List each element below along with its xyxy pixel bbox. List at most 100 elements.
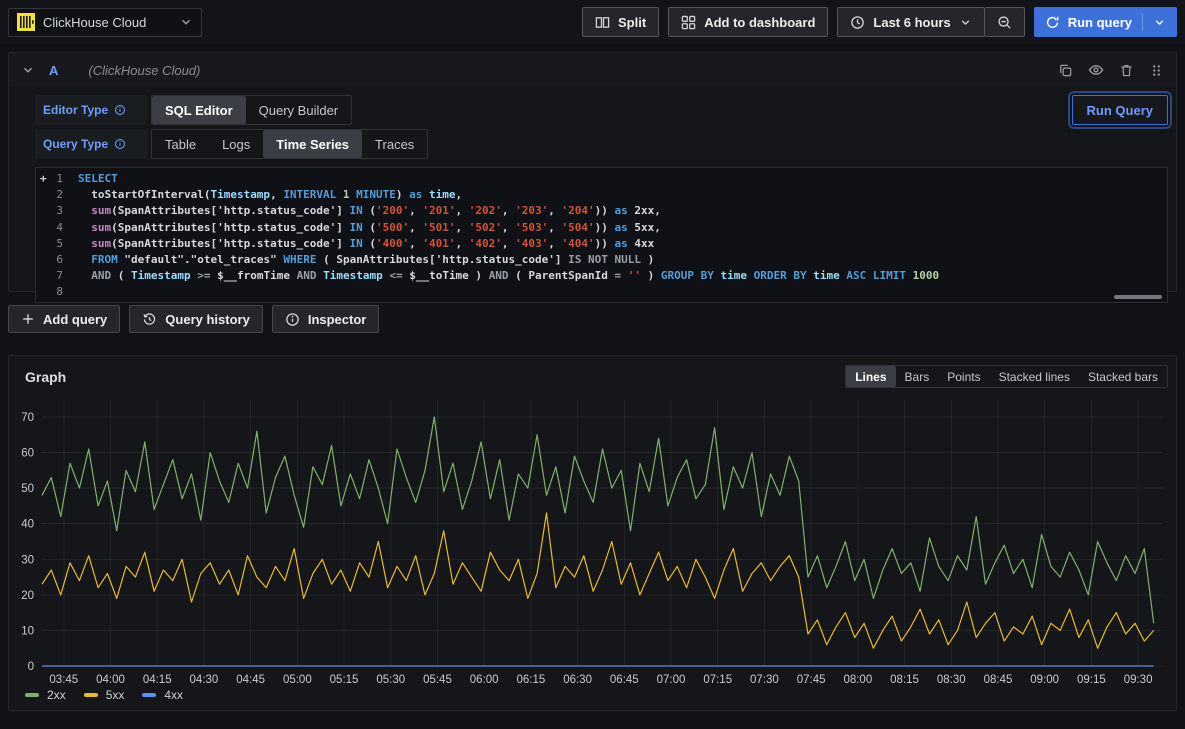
editor-type-option-sql-editor[interactable]: SQL Editor: [152, 96, 246, 124]
graph-panel-title: Graph: [25, 369, 66, 385]
editor-type-label: Editor Type: [35, 95, 147, 125]
line-number: 3: [36, 203, 78, 219]
query-ref-id: A: [49, 63, 58, 78]
x-axis-tick-label: 08:30: [937, 674, 966, 686]
code-line-2: 2 toStartOfInterval(Timestamp, INTERVAL …: [36, 187, 1167, 203]
x-axis-tick-label: 05:30: [376, 674, 405, 686]
x-axis-tick-label: 06:45: [610, 674, 639, 686]
x-axis-tick-label: 09:30: [1124, 674, 1153, 686]
sql-editor[interactable]: +1SELECT2 toStartOfInterval(Timestamp, I…: [35, 167, 1168, 303]
editor-type-row: Editor Type SQL EditorQuery Builder Run …: [35, 95, 1168, 125]
x-axis-tick-label: 08:00: [843, 674, 872, 686]
x-axis-tick-label: 08:15: [890, 674, 919, 686]
graph-style-radio-group: LinesBarsPointsStacked linesStacked bars: [845, 365, 1168, 388]
run-query-dropdown-toggle[interactable]: [1153, 16, 1166, 29]
info-icon[interactable]: [114, 138, 126, 150]
line-number: 6: [36, 252, 78, 268]
editor-expand-icon[interactable]: +: [40, 171, 47, 187]
graph-style-option-lines[interactable]: Lines: [846, 366, 895, 387]
graph-style-option-bars[interactable]: Bars: [896, 366, 939, 387]
split-icon: [595, 15, 610, 30]
editor-type-option-query-builder[interactable]: Query Builder: [246, 96, 351, 124]
code-line-1: +1SELECT: [36, 171, 1167, 187]
button-divider: [1142, 13, 1143, 31]
y-axis-tick-label: 40: [21, 519, 34, 531]
legend-label: 4xx: [164, 688, 183, 702]
duplicate-query-icon[interactable]: [1058, 63, 1073, 78]
line-number: 8: [36, 284, 78, 300]
toggle-visibility-icon[interactable]: [1088, 62, 1104, 78]
chevron-down-icon: [959, 16, 972, 29]
inspector-button[interactable]: Inspector: [272, 305, 380, 333]
query-type-option-traces[interactable]: Traces: [362, 130, 427, 158]
code-line-7: 7 AND ( Timestamp >= $__fromTime AND Tim…: [36, 268, 1167, 284]
run-query-button[interactable]: Run query: [1034, 7, 1177, 37]
x-axis-tick-label: 05:15: [330, 674, 359, 686]
time-series-chart[interactable]: 03:4504:0004:1504:3004:4505:0005:1505:30…: [15, 390, 1170, 686]
code-line-3: 3 sum(SpanAttributes['http.status_code']…: [36, 203, 1167, 219]
y-axis-tick-label: 70: [21, 412, 34, 424]
legend-item-5xx[interactable]: 5xx: [84, 688, 125, 702]
add-query-button[interactable]: Add query: [8, 305, 120, 333]
add-to-dashboard-label: Add to dashboard: [704, 15, 815, 30]
x-axis-tick-label: 05:45: [423, 674, 452, 686]
toolbar: ClickHouse Cloud Split Add to dashboard: [0, 0, 1185, 44]
query-type-label: Query Type: [35, 129, 147, 159]
line-number: 4: [36, 220, 78, 236]
zoom-out-icon: [997, 15, 1012, 30]
code-line-8: 8: [36, 284, 1167, 300]
x-axis-tick-label: 06:00: [470, 674, 499, 686]
datasource-picker[interactable]: ClickHouse Cloud: [8, 8, 202, 37]
x-axis-tick-label: 08:45: [984, 674, 1013, 686]
drag-handle-icon[interactable]: [1149, 63, 1164, 78]
sync-icon: [1045, 15, 1060, 30]
legend-swatch: [84, 693, 98, 697]
query-type-option-table[interactable]: Table: [152, 130, 209, 158]
plus-icon: [21, 312, 35, 326]
query-type-option-logs[interactable]: Logs: [209, 130, 263, 158]
x-axis-tick-label: 04:45: [236, 674, 265, 686]
datasource-name: ClickHouse Cloud: [43, 15, 146, 30]
collapse-chevron-icon[interactable]: [21, 63, 35, 77]
y-axis-tick-label: 30: [21, 554, 34, 566]
line-number: 2: [36, 187, 78, 203]
info-circle-icon: [285, 312, 300, 327]
legend-item-2xx[interactable]: 2xx: [25, 688, 66, 702]
x-axis-tick-label: 04:30: [190, 674, 219, 686]
code-line-5: 5 sum(SpanAttributes['http.status_code']…: [36, 236, 1167, 252]
editor-type-radio-group: SQL EditorQuery Builder: [151, 95, 352, 125]
legend-item-4xx[interactable]: 4xx: [142, 688, 183, 702]
y-axis-tick-label: 50: [21, 483, 34, 495]
y-axis-tick-label: 20: [21, 590, 34, 602]
query-row-header: A (ClickHouse Cloud): [9, 53, 1176, 87]
y-axis-tick-label: 10: [21, 625, 34, 637]
graph-style-option-points[interactable]: Points: [938, 366, 989, 387]
graph-style-option-stacked-lines[interactable]: Stacked lines: [990, 366, 1079, 387]
delete-query-icon[interactable]: [1119, 63, 1134, 78]
legend-label: 5xx: [106, 688, 125, 702]
editor-horizontal-scrollbar[interactable]: [1114, 295, 1162, 299]
split-button[interactable]: Split: [582, 7, 659, 37]
time-range-button[interactable]: Last 6 hours: [837, 7, 984, 37]
x-axis-tick-label: 04:15: [143, 674, 172, 686]
legend-swatch: [25, 693, 39, 697]
add-to-dashboard-button[interactable]: Add to dashboard: [668, 7, 828, 37]
split-label: Split: [618, 15, 646, 30]
chevron-down-icon: [179, 15, 193, 29]
clock-icon: [850, 15, 865, 30]
x-axis-tick-label: 09:00: [1030, 674, 1059, 686]
run-query-panel-button[interactable]: Run Query: [1072, 95, 1168, 125]
x-axis-tick-label: 07:00: [657, 674, 686, 686]
x-axis-tick-label: 07:15: [703, 674, 732, 686]
run-query-label: Run query: [1068, 15, 1132, 30]
x-axis-tick-label: 03:45: [49, 674, 78, 686]
query-history-button[interactable]: Query history: [129, 305, 263, 333]
zoom-out-button[interactable]: [985, 7, 1025, 37]
info-icon[interactable]: [114, 104, 126, 116]
line-number: 5: [36, 236, 78, 252]
query-type-option-time-series[interactable]: Time Series: [263, 130, 362, 158]
x-axis-tick-label: 06:30: [563, 674, 592, 686]
graph-style-option-stacked-bars[interactable]: Stacked bars: [1079, 366, 1167, 387]
line-number: 7: [36, 268, 78, 284]
legend-swatch: [142, 693, 156, 697]
